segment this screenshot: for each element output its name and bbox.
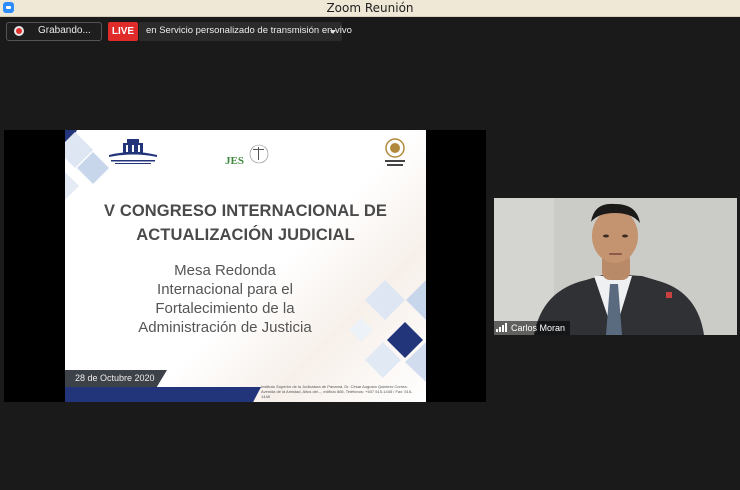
organo-judicial-logo xyxy=(385,138,405,166)
title-bar: Zoom Reunión xyxy=(0,0,740,17)
slide-date: 28 de Octubre 2020 xyxy=(65,370,167,387)
slide-subtitle-line: Administración de Justicia xyxy=(138,319,312,336)
svg-text:JES: JES xyxy=(225,155,244,167)
record-icon xyxy=(14,26,24,36)
shared-screen: JES V CONGRESO INTERNACIONAL DE ACTUALIZ… xyxy=(4,130,486,402)
jes-logo: JES xyxy=(225,144,269,167)
slide-title-line2: ACTUALIZACIÓN JUDICIAL xyxy=(136,226,355,244)
recording-indicator[interactable]: Grabando... xyxy=(6,22,102,41)
participant-name: Carlos Moran xyxy=(511,323,566,333)
live-badge: LIVE xyxy=(108,22,138,41)
slide-footer-text: Instituto Superior de la Judicatura de P… xyxy=(261,384,413,399)
live-service-label: en Servicio personalizado de transmisión… xyxy=(146,25,352,36)
presentation-slide: JES V CONGRESO INTERNACIONAL DE ACTUALIZ… xyxy=(65,130,426,402)
live-stream-dropdown[interactable]: en Servicio personalizado de transmisión… xyxy=(139,22,352,41)
window-title: Zoom Reunión xyxy=(326,1,414,15)
slide-subtitle-line: Internacional para el xyxy=(157,281,293,298)
slide-footer-band xyxy=(65,387,261,402)
participant-video xyxy=(494,198,737,335)
slide-title-line1: V CONGRESO INTERNACIONAL DE xyxy=(104,202,387,220)
signal-strength-icon xyxy=(496,323,508,332)
participant-video-tile[interactable]: Carlos Moran xyxy=(494,198,737,335)
slide-subtitle-line: Mesa Redonda xyxy=(174,262,276,279)
chevron-down-icon xyxy=(330,30,336,34)
isjup-logo xyxy=(109,139,157,164)
recording-label: Grabando... xyxy=(38,25,91,36)
slide-subtitle-line: Fortalecimiento de la xyxy=(155,300,295,317)
participant-name-tag: Carlos Moran xyxy=(494,321,571,335)
